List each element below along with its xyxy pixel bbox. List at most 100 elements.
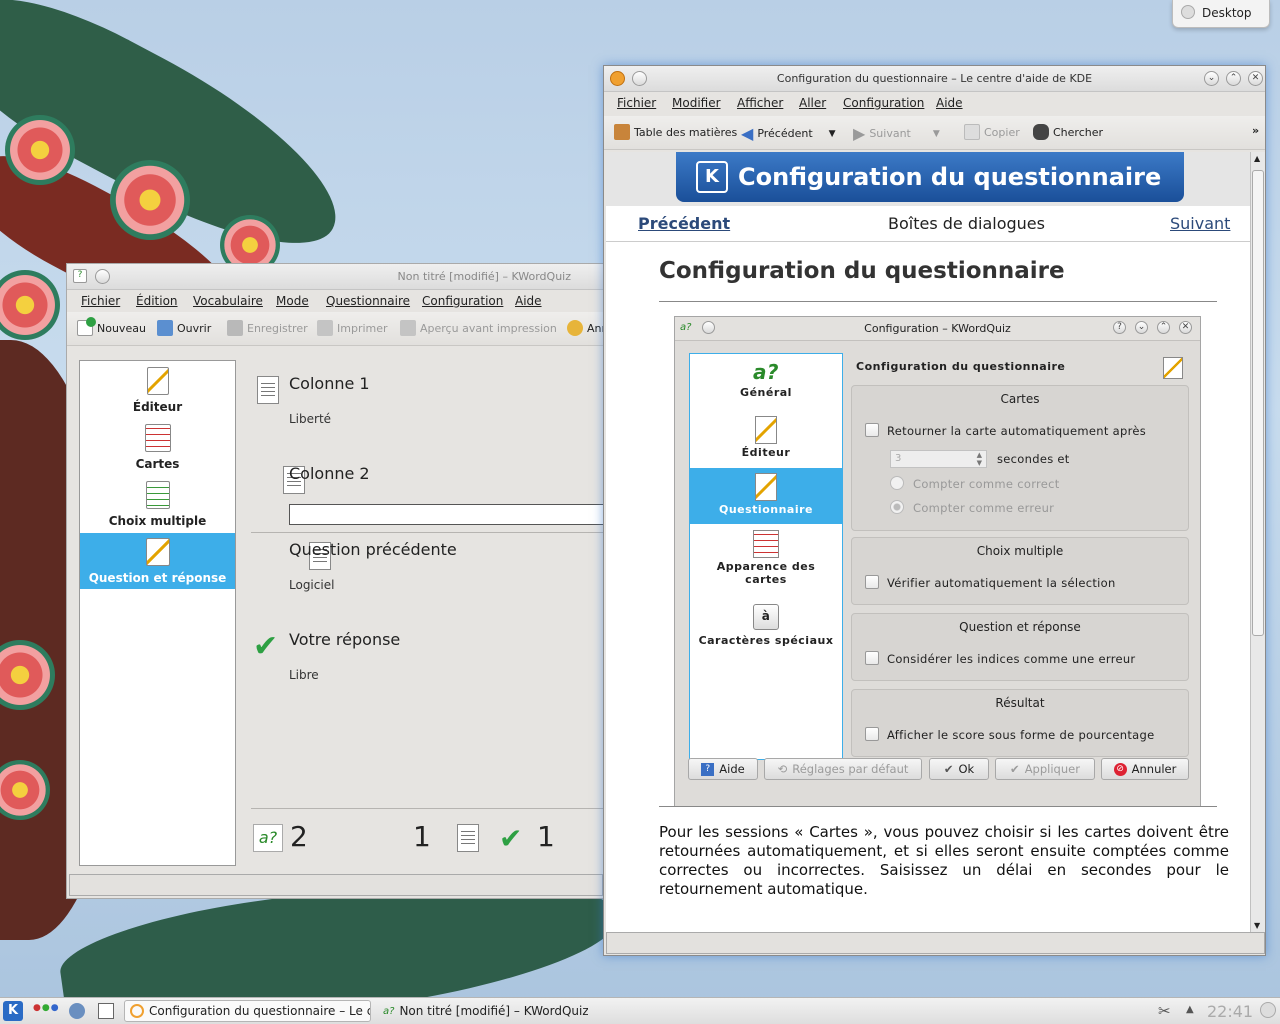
menu-aide[interactable]: Aide: [515, 294, 542, 308]
activity-dots-icon[interactable]: ●●●: [33, 1003, 60, 1013]
back-label: Précédent: [757, 127, 813, 140]
group-title: Question et réponse: [959, 620, 1081, 634]
help-menubar: Fichier Modifier Afficher Aller Configur…: [604, 92, 1265, 114]
save-button[interactable]: Enregistrer: [227, 320, 308, 336]
help-titlebar[interactable]: Configuration du questionnaire – Le cent…: [604, 66, 1265, 92]
menu-aide[interactable]: Aide: [936, 96, 963, 110]
group-question-reponse: Question et réponse: [851, 613, 1189, 681]
mode-sidebar: Éditeur Cartes Choix multiple Question e…: [79, 360, 236, 866]
questions-count-icon: a?: [253, 824, 283, 852]
sidebar-label: Choix multiple: [108, 514, 207, 528]
clock[interactable]: 22:41: [1207, 1002, 1253, 1021]
ok-check-icon: ✔: [943, 762, 954, 776]
forward-button[interactable]: ▶ Suivant ▼: [853, 124, 940, 143]
task-help-center[interactable]: Configuration du questionnaire – Le cen: [124, 1000, 371, 1022]
dialog-close-button: ✕: [1179, 321, 1192, 334]
cancel-icon: ⊘: [1113, 762, 1127, 776]
page-item-questionnaire: Questionnaire: [690, 468, 842, 524]
spin-value: 3: [895, 453, 902, 464]
help-center-task-icon: [130, 1004, 144, 1018]
toc-label: Table des matières: [634, 125, 738, 139]
home-icon: [614, 124, 630, 140]
network-icon[interactable]: [69, 1003, 85, 1019]
scroll-up-icon[interactable]: ▲: [1254, 154, 1260, 163]
previous-question-title: Question précédente: [289, 540, 457, 559]
toolbar-overflow-icon[interactable]: »: [1252, 124, 1259, 137]
page-label: Général: [740, 386, 792, 399]
page-item-general: a? Général: [690, 360, 842, 414]
page-banner: K Configuration du questionnaire: [676, 152, 1184, 202]
seconds-spinbox: 3 ▲ ▼: [890, 450, 987, 468]
menu-modifier[interactable]: Modifier: [672, 96, 721, 110]
taskbar: K ●●● Configuration du questionnaire – L…: [0, 997, 1280, 1024]
task-kwordquiz[interactable]: a? Non titré [modifié] – KWordQuiz: [378, 1000, 588, 1022]
clipboard-icon[interactable]: ✂: [1158, 1002, 1171, 1020]
sidebar-item-cartes[interactable]: Cartes: [80, 424, 235, 476]
dialog-page-list: a? Général Éditeur Questionnaire Apparen…: [689, 353, 843, 760]
scroll-thumb[interactable]: [1252, 170, 1264, 636]
help-statusbar: [606, 932, 1265, 954]
sidebar-item-question-reponse[interactable]: Question et réponse: [80, 533, 235, 589]
editor-icon: [146, 367, 169, 395]
menu-edition[interactable]: Édition: [136, 294, 178, 308]
desktop-label: Desktop: [1202, 6, 1252, 20]
menu-vocabulaire[interactable]: Vocabulaire: [193, 294, 263, 308]
page-heading: Configuration du questionnaire: [659, 258, 1065, 284]
tray-expand-icon[interactable]: ▲: [1186, 1004, 1194, 1015]
general-icon: a?: [752, 360, 780, 384]
chevron-down-icon[interactable]: ▼: [933, 129, 940, 139]
pager-icon[interactable]: [98, 1003, 114, 1019]
dialog-page-header: Configuration du questionnaire: [856, 360, 1066, 373]
back-button[interactable]: ◀ Précédent ▼: [741, 124, 836, 143]
menu-fichier[interactable]: Fichier: [617, 96, 656, 110]
card-appearance-icon: [753, 530, 779, 558]
help-scrollbar[interactable]: ▲ ▼: [1250, 152, 1265, 932]
help-window-title: Configuration du questionnaire – Le cent…: [776, 72, 1093, 85]
separator: [251, 532, 603, 533]
separator: [251, 808, 603, 809]
print-preview-label: Aperçu avant impression: [420, 321, 557, 335]
menu-mode[interactable]: Mode: [276, 294, 309, 308]
print-preview-button[interactable]: Aperçu avant impression: [400, 320, 557, 336]
nav-next-link[interactable]: Suivant: [1170, 214, 1230, 233]
qa-hints-checkbox: [865, 651, 879, 665]
save-icon: [227, 320, 243, 336]
menu-aller[interactable]: Aller: [799, 96, 826, 110]
task-label: Non titré [modifié] – KWordQuiz: [399, 1004, 588, 1018]
kde-menu-icon[interactable]: K: [3, 1001, 23, 1021]
window-menu-button[interactable]: [95, 269, 110, 284]
sidebar-item-choix-multiple[interactable]: Choix multiple: [80, 481, 235, 533]
find-button[interactable]: Chercher: [1033, 124, 1103, 140]
column1-value: Liberté: [289, 412, 332, 426]
menu-configuration[interactable]: Configuration: [422, 294, 503, 308]
toc-button[interactable]: Table des matières: [614, 124, 737, 140]
menu-questionnaire[interactable]: Questionnaire: [326, 294, 410, 308]
panel-toolbox-icon[interactable]: [1260, 1002, 1276, 1018]
your-answer-title: Votre réponse: [289, 630, 401, 649]
desktop-toolbox[interactable]: Desktop: [1172, 0, 1270, 28]
chevron-down-icon[interactable]: ▼: [829, 129, 836, 139]
save-label: Enregistrer: [247, 321, 308, 335]
minimize-button[interactable]: ⌄: [1204, 71, 1219, 86]
sidebar-item-editeur[interactable]: Éditeur: [80, 367, 235, 419]
nav-previous-link[interactable]: Précédent: [638, 214, 730, 233]
close-button[interactable]: ✕: [1248, 71, 1263, 86]
menu-afficher[interactable]: Afficher: [737, 96, 783, 110]
maximize-button[interactable]: ⌃: [1226, 71, 1241, 86]
group-title: Choix multiple: [976, 544, 1064, 558]
kwq-window-title: Non titré [modifié] – KWordQuiz: [397, 270, 571, 283]
open-folder-icon: [157, 320, 173, 336]
kwq-titlebar[interactable]: ? Non titré [modifié] – KWordQuiz: [67, 264, 605, 290]
menu-fichier[interactable]: Fichier: [81, 294, 120, 308]
dialog-defaults-btn: ⟲ Réglages par défaut: [764, 758, 922, 780]
new-button[interactable]: Nouveau: [77, 317, 146, 336]
previous-question-value: Logiciel: [289, 578, 335, 592]
open-button[interactable]: Ouvrir: [157, 320, 211, 336]
copy-button[interactable]: Copier: [964, 124, 1020, 140]
dialog-help-btn: ? Aide: [688, 758, 758, 780]
menu-configuration[interactable]: Configuration: [843, 96, 924, 110]
print-button[interactable]: Imprimer: [317, 320, 388, 336]
scroll-down-icon[interactable]: ▼: [1254, 921, 1260, 930]
answer-input[interactable]: [289, 504, 605, 525]
help-center-window: Configuration du questionnaire – Le cent…: [603, 65, 1266, 956]
